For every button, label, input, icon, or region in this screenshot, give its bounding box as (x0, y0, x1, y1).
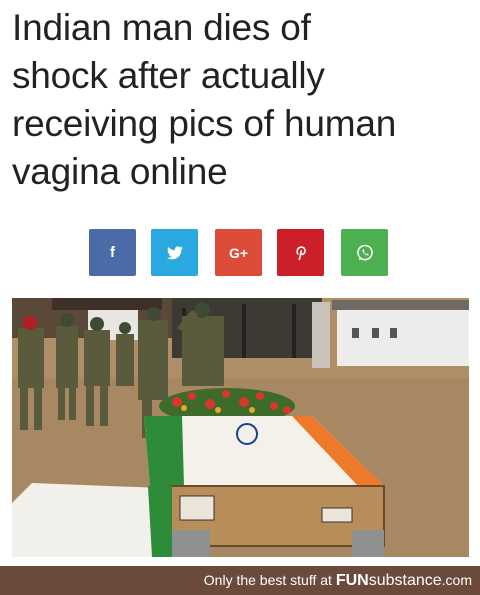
footer-prefix: Only the best stuff at (203, 572, 336, 588)
google-plus-icon: G+ (228, 244, 249, 261)
whatsapp-icon (355, 243, 375, 263)
soldiers-salute-illustration (12, 298, 469, 557)
twitter-share-button[interactable] (151, 229, 198, 276)
twitter-icon (166, 245, 183, 260)
brand-tld: .com (441, 572, 472, 588)
headline-line: receiving pics of human (12, 103, 397, 144)
pinterest-icon (294, 245, 308, 261)
brand-fun: FUN (335, 572, 369, 589)
whatsapp-share-button[interactable] (341, 229, 388, 276)
headline: Indian man dies of shock after actually … (12, 4, 474, 196)
facebook-share-button[interactable]: f (89, 229, 136, 276)
google-plus-share-button[interactable]: G+ (215, 229, 262, 276)
headline-line: Indian man dies of (12, 7, 311, 48)
footer-credit[interactable]: Only the best stuff at FUNsubstance.com (204, 572, 472, 590)
brand-substance: substance (368, 572, 442, 589)
headline-line: vagina online (12, 151, 228, 192)
footer-bar: Only the best stuff at FUNsubstance.com (0, 566, 480, 595)
headline-line: shock after actually (12, 55, 325, 96)
news-photo (12, 298, 469, 557)
facebook-icon: f (110, 244, 115, 261)
pinterest-share-button[interactable] (277, 229, 324, 276)
